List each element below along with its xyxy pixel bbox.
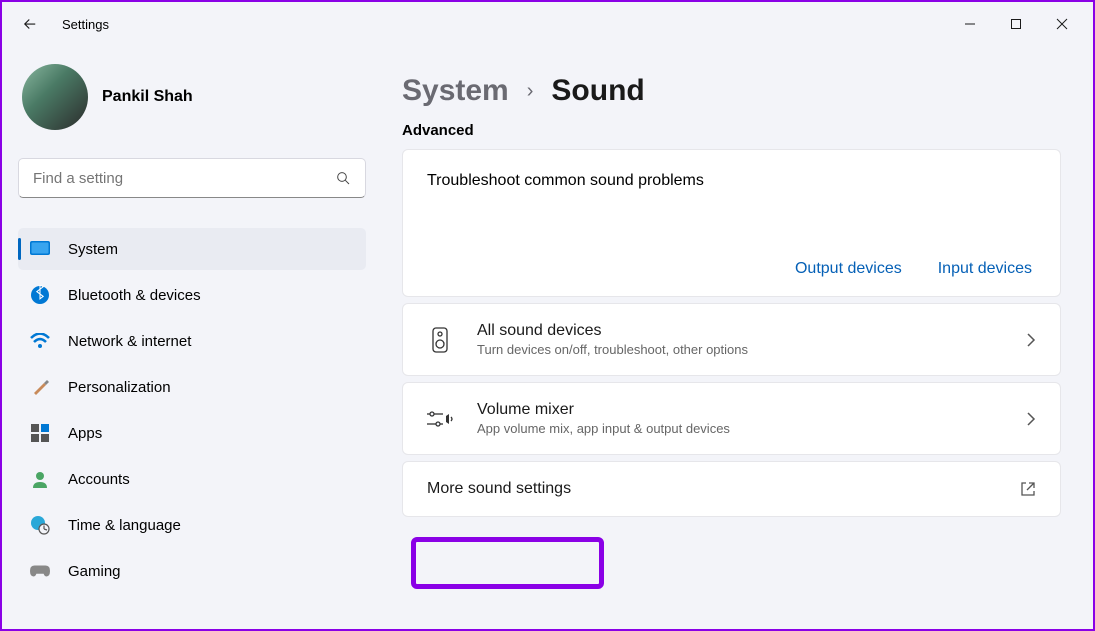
search-box[interactable]: [18, 158, 366, 198]
sidebar-item-label: Network & internet: [68, 333, 191, 350]
all-sound-devices-row[interactable]: All sound devices Turn devices on/off, t…: [402, 303, 1061, 376]
breadcrumb-parent[interactable]: System: [402, 74, 509, 108]
sidebar-item-label: Accounts: [68, 471, 130, 488]
row-title: All sound devices: [477, 322, 1002, 340]
row-subtitle: Turn devices on/off, troubleshoot, other…: [477, 342, 1002, 357]
sidebar-item-system[interactable]: System: [18, 228, 366, 270]
paintbrush-icon: [30, 377, 50, 397]
chevron-right-icon: [1026, 411, 1036, 427]
wifi-icon: [30, 331, 50, 351]
sidebar-item-label: System: [68, 241, 118, 258]
sidebar-item-label: Gaming: [68, 563, 121, 580]
minimize-button[interactable]: [947, 4, 993, 44]
apps-icon: [30, 423, 50, 443]
system-icon: [30, 239, 50, 259]
close-button[interactable]: [1039, 4, 1085, 44]
search-input[interactable]: [33, 170, 335, 187]
user-name: Pankil Shah: [102, 88, 193, 106]
section-advanced-label: Advanced: [402, 122, 1061, 139]
row-subtitle: App volume mix, app input & output devic…: [477, 421, 1002, 436]
external-link-icon: [1020, 481, 1036, 497]
gamepad-icon: [30, 561, 50, 581]
sidebar-item-label: Personalization: [68, 379, 171, 396]
troubleshoot-title: Troubleshoot common sound problems: [427, 172, 1036, 190]
main-content: System › Sound Advanced Troubleshoot com…: [382, 46, 1093, 629]
nav: System Bluetooth & devices Network & int…: [18, 228, 366, 592]
sidebar: Pankil Shah System Bluetooth & devices N…: [2, 46, 382, 629]
sidebar-item-label: Apps: [68, 425, 102, 442]
sidebar-item-label: Time & language: [68, 517, 181, 534]
bluetooth-icon: [30, 285, 50, 305]
row-title: More sound settings: [427, 480, 996, 498]
user-block[interactable]: Pankil Shah: [18, 46, 366, 158]
avatar: [22, 64, 88, 130]
sidebar-item-label: Bluetooth & devices: [68, 287, 201, 304]
breadcrumb-current: Sound: [551, 74, 644, 108]
clock-globe-icon: [30, 515, 50, 535]
row-title: Volume mixer: [477, 401, 1002, 419]
window-controls: [947, 4, 1085, 44]
search-icon: [335, 170, 351, 186]
more-sound-settings-row[interactable]: More sound settings: [402, 461, 1061, 517]
volume-mixer-row[interactable]: Volume mixer App volume mix, app input &…: [402, 382, 1061, 455]
sidebar-item-accounts[interactable]: Accounts: [18, 458, 366, 500]
breadcrumb: System › Sound: [402, 74, 1061, 108]
troubleshoot-card: Troubleshoot common sound problems Outpu…: [402, 149, 1061, 297]
chevron-right-icon: [1026, 332, 1036, 348]
mixer-icon: [427, 409, 453, 429]
titlebar: Settings: [2, 2, 1093, 46]
maximize-button[interactable]: [993, 4, 1039, 44]
back-button[interactable]: [10, 4, 50, 44]
sidebar-item-gaming[interactable]: Gaming: [18, 550, 366, 592]
sidebar-item-time-language[interactable]: Time & language: [18, 504, 366, 546]
speaker-icon: [427, 327, 453, 353]
sidebar-item-apps[interactable]: Apps: [18, 412, 366, 454]
sidebar-item-bluetooth[interactable]: Bluetooth & devices: [18, 274, 366, 316]
sidebar-item-network[interactable]: Network & internet: [18, 320, 366, 362]
chevron-right-icon: ›: [527, 80, 534, 103]
window-title: Settings: [62, 17, 109, 32]
person-icon: [30, 469, 50, 489]
sidebar-item-personalization[interactable]: Personalization: [18, 366, 366, 408]
output-devices-link[interactable]: Output devices: [795, 260, 902, 278]
input-devices-link[interactable]: Input devices: [938, 260, 1032, 278]
